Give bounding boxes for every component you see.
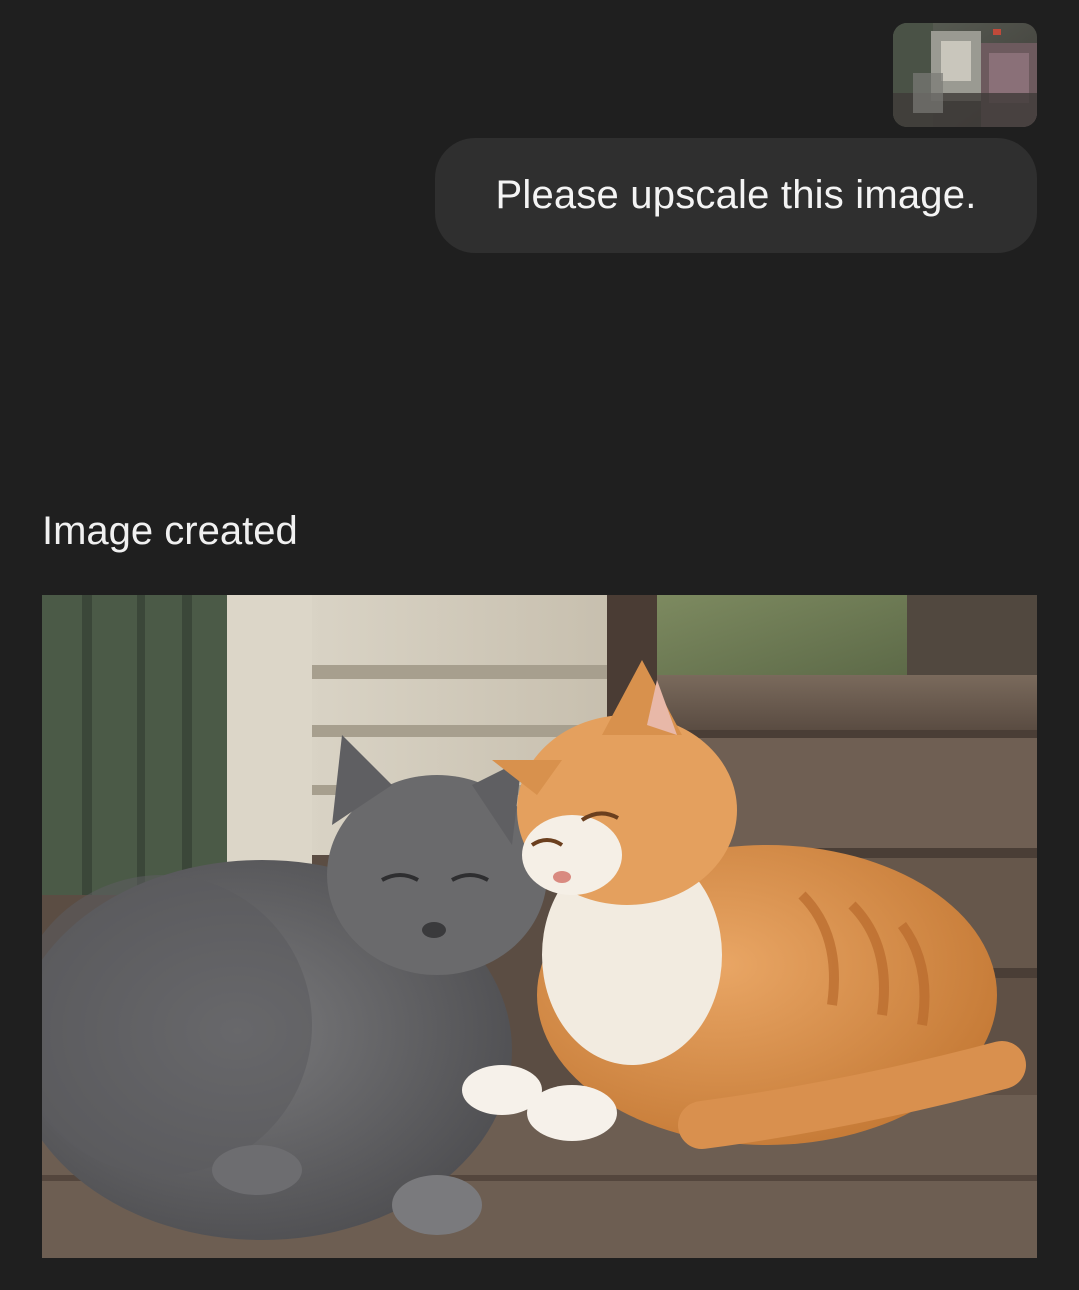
user-message-text: Please upscale this image. — [495, 173, 977, 217]
chat-thread: Please upscale this image. Image created — [0, 0, 1079, 1290]
user-message-bubble: Please upscale this image. — [435, 138, 1037, 253]
cats-on-steps-illustration — [42, 595, 1037, 1258]
generated-image[interactable] — [42, 595, 1037, 1258]
user-attachment-thumbnail[interactable] — [893, 23, 1037, 127]
image-created-label: Image created — [42, 509, 298, 553]
attachment-image — [893, 23, 1037, 127]
